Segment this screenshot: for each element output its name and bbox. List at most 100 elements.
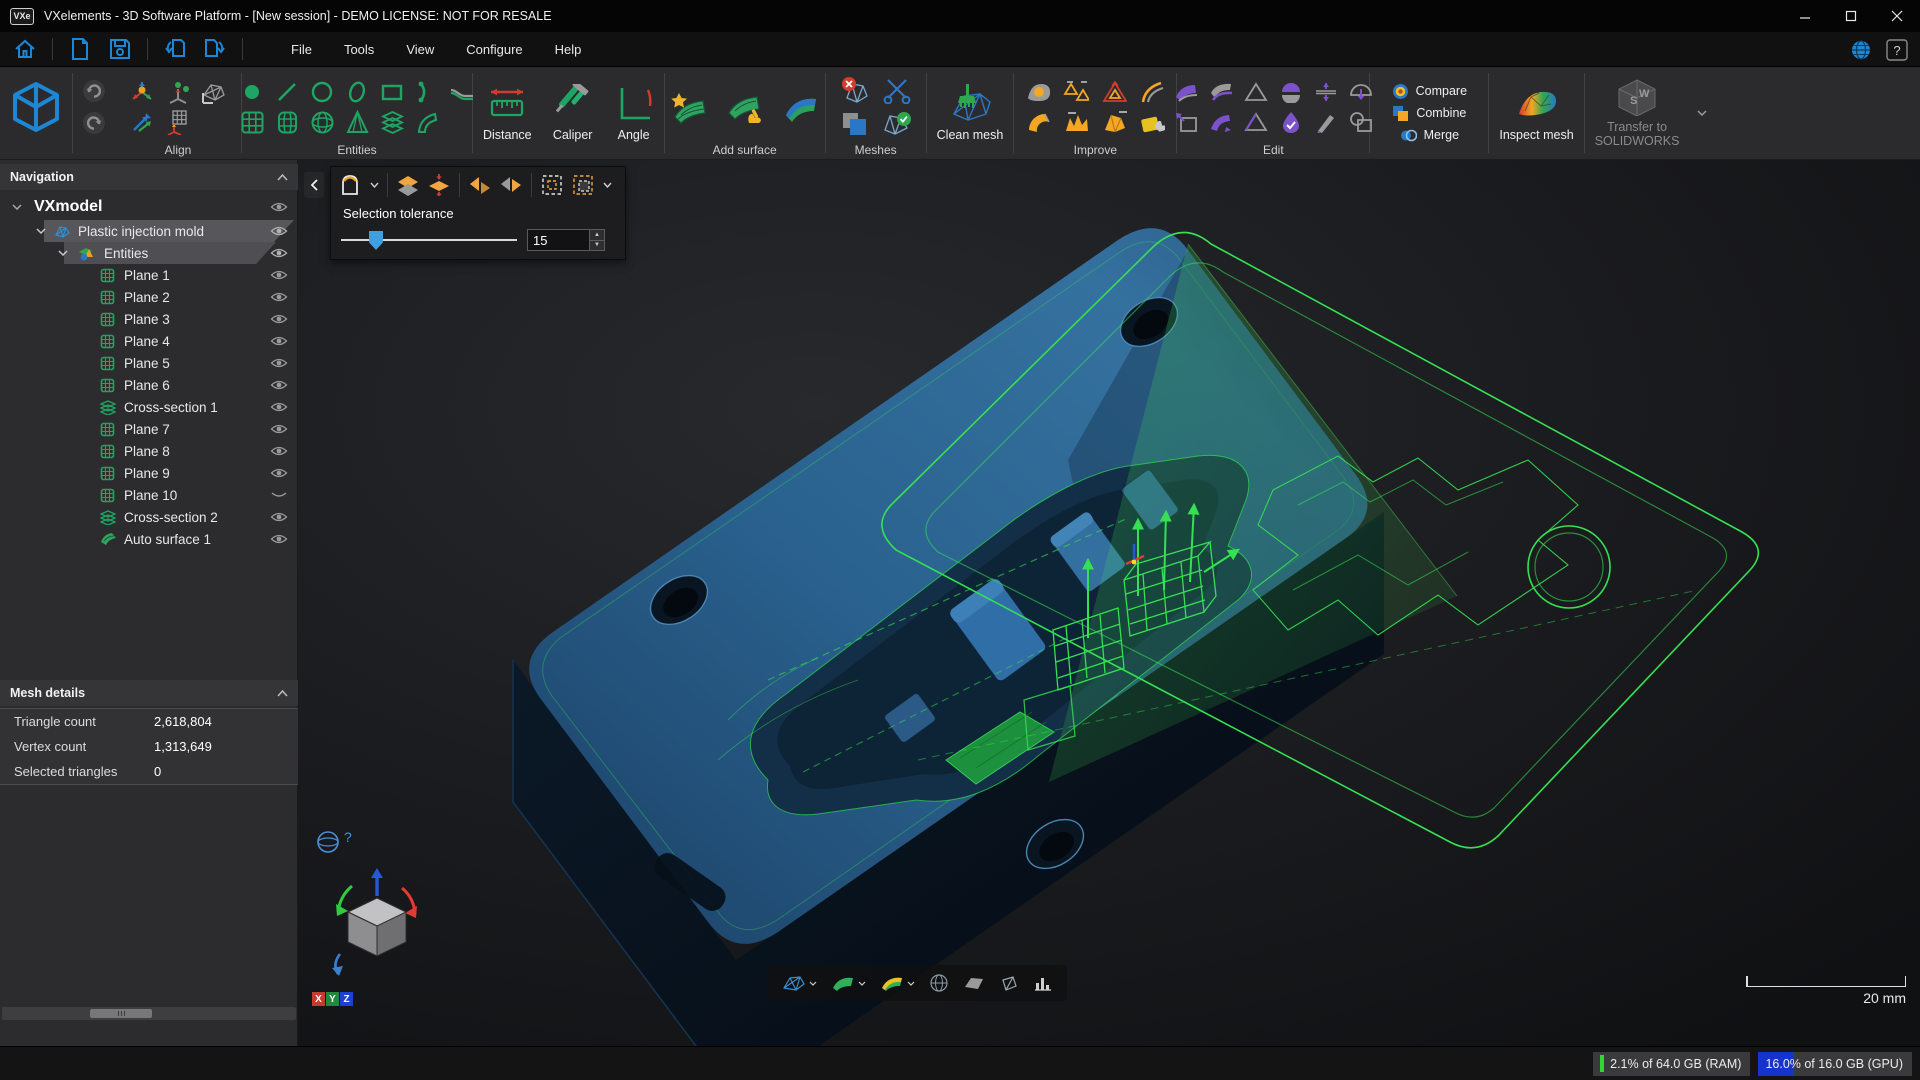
tree-item-cross-section-1[interactable]: Cross-section 1 xyxy=(0,396,298,418)
visibility-eye-icon[interactable] xyxy=(270,269,288,281)
tree-item-plane-9[interactable]: Plane 9 xyxy=(0,462,298,484)
add-triangles-button[interactable] xyxy=(1243,79,1269,105)
patch-defects-button[interactable] xyxy=(1101,109,1127,135)
visibility-eye-icon[interactable] xyxy=(270,335,288,347)
tree-item-plane-1[interactable]: Plane 1 xyxy=(0,264,298,286)
rotation-cube-widget[interactable] xyxy=(322,868,432,978)
visibility-eye-icon[interactable] xyxy=(270,533,288,545)
texture-display-button[interactable] xyxy=(876,970,919,996)
tree-item-plane-4[interactable]: Plane 4 xyxy=(0,330,298,352)
perspective-button[interactable] xyxy=(995,970,1023,996)
visibility-eye-icon[interactable] xyxy=(270,313,288,325)
create-rectangle-button[interactable] xyxy=(379,79,405,105)
menu-view[interactable]: View xyxy=(394,37,446,62)
crop-mesh-button[interactable] xyxy=(880,75,914,105)
select-through-button[interactable] xyxy=(426,172,452,198)
create-ellipse-button[interactable] xyxy=(344,79,370,105)
visibility-eye-icon[interactable] xyxy=(270,225,288,237)
create-cylinder-button[interactable] xyxy=(274,109,300,135)
scrollbar-handle[interactable] xyxy=(90,1009,152,1018)
tree-item-plane-5[interactable]: Plane 5 xyxy=(0,352,298,374)
fill-holes-button[interactable] xyxy=(1025,79,1051,105)
selection-shape-dropdown[interactable] xyxy=(368,172,380,198)
import-session-button[interactable] xyxy=(162,36,188,62)
align-translate-button[interactable] xyxy=(129,109,155,135)
combine-button[interactable]: Combine xyxy=(1386,104,1472,123)
fix-spikes-button[interactable] xyxy=(1063,109,1089,135)
export-session-button[interactable] xyxy=(202,36,228,62)
slider-thumb[interactable] xyxy=(369,231,383,250)
align-entities-button[interactable] xyxy=(165,79,191,105)
auto-surface-button[interactable] xyxy=(668,87,710,127)
create-cone-button[interactable] xyxy=(344,109,370,135)
selection-shape-button[interactable] xyxy=(337,172,363,198)
save-session-button[interactable] xyxy=(107,36,133,62)
offset-surface-button[interactable] xyxy=(1208,79,1234,105)
create-point-button[interactable] xyxy=(239,79,265,105)
collapse-up-icon[interactable] xyxy=(277,690,288,697)
surface-from-curves-button[interactable] xyxy=(780,87,822,127)
collapse-panel-button[interactable] xyxy=(304,172,324,198)
triangle-edit-button[interactable] xyxy=(1243,109,1269,135)
tree-item-vxmodel[interactable]: VXmodel xyxy=(0,194,298,220)
tree-item-plane-3[interactable]: Plane 3 xyxy=(0,308,298,330)
visibility-eye-icon[interactable] xyxy=(270,511,288,523)
sculpt-button[interactable] xyxy=(1313,109,1339,135)
surface-display-button[interactable] xyxy=(827,970,870,996)
menu-configure[interactable]: Configure xyxy=(454,37,534,62)
visibility-eye-icon[interactable] xyxy=(270,423,288,435)
chevron-expanded-icon[interactable] xyxy=(12,204,22,210)
chevron-expanded-icon[interactable] xyxy=(58,250,68,256)
histogram-button[interactable] xyxy=(1029,970,1057,996)
tree-item-plane-6[interactable]: Plane 6 xyxy=(0,374,298,396)
inspect-mesh-button[interactable]: Inspect mesh xyxy=(1489,67,1583,159)
web-portal-button[interactable] xyxy=(1848,37,1874,63)
split-mesh-button[interactable] xyxy=(1278,79,1304,105)
selection-tolerance-input[interactable] xyxy=(528,230,590,250)
spinner-up-button[interactable]: ▲ xyxy=(589,230,604,240)
close-button[interactable] xyxy=(1874,0,1920,32)
compare-button[interactable]: Compare xyxy=(1386,82,1473,101)
offset-boundary-button[interactable] xyxy=(1313,79,1339,105)
tree-item-entities[interactable]: Entities xyxy=(0,242,298,264)
transfer-solidworks-button[interactable]: SW Transfer to SOLIDWORKS xyxy=(1585,67,1690,159)
validate-mesh-button[interactable] xyxy=(880,109,914,139)
mesh-details-header[interactable]: Mesh details xyxy=(0,680,298,706)
sand-surface-button[interactable] xyxy=(1139,109,1165,135)
manual-surface-button[interactable] xyxy=(724,87,766,127)
mesh-display-button[interactable] xyxy=(778,970,821,996)
visibility-eye-icon[interactable] xyxy=(270,445,288,457)
visibility-eye-icon[interactable] xyxy=(270,201,288,213)
spinner-down-button[interactable]: ▼ xyxy=(589,240,604,251)
redo-button[interactable] xyxy=(81,110,107,136)
align-grid-button[interactable] xyxy=(165,109,191,135)
create-sphere-button[interactable] xyxy=(309,109,335,135)
slider-track[interactable] xyxy=(341,239,517,241)
create-arc-button[interactable] xyxy=(414,79,440,105)
tree-item-cross-section-2[interactable]: Cross-section 2 xyxy=(0,506,298,528)
flip-normals-button[interactable] xyxy=(1173,79,1199,105)
collapse-up-icon[interactable] xyxy=(277,174,288,181)
create-line-button[interactable] xyxy=(274,79,300,105)
remesh-button[interactable] xyxy=(1025,109,1051,135)
visibility-eye-icon[interactable] xyxy=(270,291,288,303)
chevron-expanded-icon[interactable] xyxy=(36,228,46,234)
waterproof-button[interactable] xyxy=(1278,109,1304,135)
tree-item-plane-7[interactable]: Plane 7 xyxy=(0,418,298,440)
visibility-eye-closed-icon[interactable] xyxy=(270,489,288,501)
flat-shading-button[interactable] xyxy=(959,970,989,996)
menu-help[interactable]: Help xyxy=(543,37,594,62)
create-plane-button[interactable] xyxy=(239,109,265,135)
view-sphere-help-icon[interactable]: ? xyxy=(314,826,360,856)
selection-tolerance-slider[interactable] xyxy=(341,230,517,250)
defeature-button[interactable] xyxy=(1101,79,1127,105)
align-best-fit-button[interactable] xyxy=(129,79,155,105)
angle-button[interactable]: Angle xyxy=(604,67,664,159)
new-session-button[interactable] xyxy=(67,36,93,62)
merge-objects-button[interactable] xyxy=(838,109,872,139)
flip-selection-right-button[interactable] xyxy=(498,172,524,198)
selection-more-dropdown[interactable] xyxy=(601,172,613,198)
visibility-eye-icon[interactable] xyxy=(270,401,288,413)
tree-item-auto-surface-1[interactable]: Auto surface 1 xyxy=(0,528,298,550)
create-circle-button[interactable] xyxy=(309,79,335,105)
